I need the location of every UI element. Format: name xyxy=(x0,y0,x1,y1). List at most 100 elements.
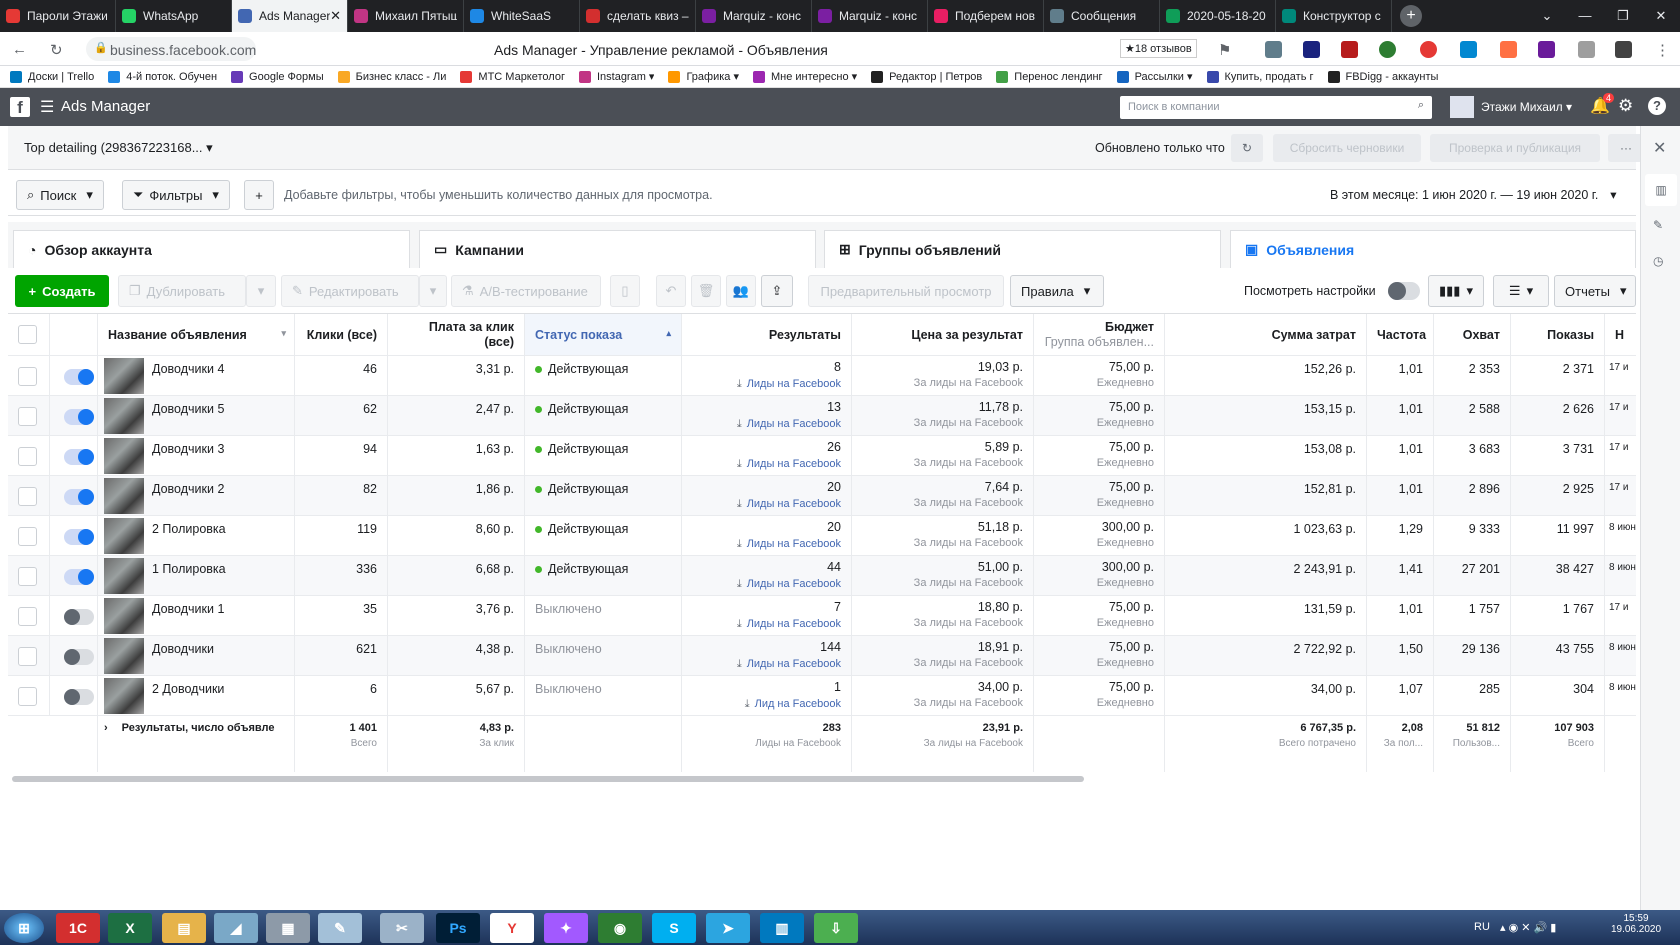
duplicate-button[interactable]: ❐ Дублировать xyxy=(118,275,246,307)
bookmark-item[interactable]: Доски | Trello xyxy=(10,70,94,83)
more-button[interactable]: ··· xyxy=(1608,134,1644,162)
ad-name-cell[interactable]: Доводчики xyxy=(98,636,295,675)
ad-name-cell[interactable]: Доводчики 4 xyxy=(98,356,295,395)
new-tab-button[interactable]: + xyxy=(1400,5,1422,27)
refresh-icon[interactable]: ↻ xyxy=(1231,134,1263,162)
ad-on-off-toggle[interactable] xyxy=(64,409,94,425)
history-icon[interactable]: ◷ xyxy=(1653,254,1663,268)
ad-name[interactable]: Доводчики 5 xyxy=(152,402,224,416)
avatar[interactable] xyxy=(1450,96,1474,118)
browser-tab[interactable]: Пароли Этажи xyxy=(0,0,116,32)
ad-thumbnail[interactable] xyxy=(104,478,144,514)
row-checkbox[interactable] xyxy=(18,447,37,466)
paint-icon[interactable]: ✎ xyxy=(318,913,362,943)
table-row[interactable]: 2 Доводчики 6 5,67 р. Выключено 1 ⤓ Лид на Fac… xyxy=(8,676,1636,716)
filters-button[interactable]: ⏷ Фильтры ▾ xyxy=(122,180,230,210)
duplicate-dropdown[interactable]: ▾ xyxy=(246,275,276,307)
browser-tab[interactable]: Ads Manager ✕ xyxy=(232,0,348,32)
edit-dropdown[interactable]: ▾ xyxy=(419,275,447,307)
extension-icon[interactable] xyxy=(1303,41,1320,58)
yandex-browser-icon[interactable]: Y xyxy=(490,913,534,943)
date-range-picker[interactable]: В этом месяце: 1 июн 2020 г. — 19 июн 20… xyxy=(1330,187,1617,202)
ad-name[interactable]: Доводчики xyxy=(152,642,214,656)
ad-name[interactable]: Доводчики 4 xyxy=(152,362,224,376)
budget-cell[interactable]: 75,00 р. Ежедневно xyxy=(1034,436,1165,475)
table-row[interactable]: 2 Полировка 119 8,60 р. Действующая 20 ⤓ Лиды … xyxy=(8,516,1636,556)
bookmark-item[interactable]: Google Формы xyxy=(231,70,324,83)
ad-on-off-toggle[interactable] xyxy=(64,529,94,545)
browser-tab[interactable]: сделать квиз – xyxy=(580,0,696,32)
close-window-icon[interactable]: ✕ xyxy=(1642,0,1680,32)
view-settings-toggle[interactable] xyxy=(1388,282,1420,300)
table-row[interactable]: Доводчики 3 94 1,63 р. Действующая 26 ⤓ Лиды н… xyxy=(8,436,1636,476)
ad-on-off-toggle[interactable] xyxy=(64,569,94,585)
extension-icon[interactable] xyxy=(1578,41,1595,58)
language-indicator[interactable]: RU xyxy=(1474,921,1490,933)
row-checkbox[interactable] xyxy=(18,407,37,426)
chrome-icon[interactable]: ◉ xyxy=(598,913,642,943)
col-header-name[interactable]: Название объявления ▾ xyxy=(98,314,295,355)
ad-on-off-toggle[interactable] xyxy=(64,689,94,705)
budget-cell[interactable]: 75,00 р. Ежедневно xyxy=(1034,396,1165,435)
ad-name-cell[interactable]: 1 Полировка xyxy=(98,556,295,595)
row-checkbox[interactable] xyxy=(18,487,37,506)
ad-name[interactable]: 2 Полировка xyxy=(152,522,226,536)
figma-icon[interactable]: ✦ xyxy=(544,913,588,943)
clock[interactable]: 15:59 19.06.2020 xyxy=(1606,913,1666,935)
download-icon[interactable]: ⇩ xyxy=(814,913,858,943)
ad-name-cell[interactable]: Доводчики 5 xyxy=(98,396,295,435)
browser-tab[interactable]: Михаил Пятыш xyxy=(348,0,464,32)
url-field[interactable]: 🔒 business.facebook.com xyxy=(86,37,256,61)
row-checkbox[interactable] xyxy=(18,567,37,586)
audience-icon[interactable]: 👥 xyxy=(726,275,756,307)
row-checkbox[interactable] xyxy=(18,687,37,706)
ad-thumbnail[interactable] xyxy=(104,438,144,474)
browser-tab[interactable]: WhiteSaaS xyxy=(464,0,580,32)
undo-icon[interactable]: ↶ xyxy=(656,275,686,307)
ad-name-cell[interactable]: Доводчики 2 xyxy=(98,476,295,515)
bookmark-item[interactable]: Графика ▾ xyxy=(668,70,739,83)
skype-icon[interactable]: S xyxy=(652,913,696,943)
browser-tab[interactable]: 2020-05-18-20 xyxy=(1160,0,1276,32)
excel-icon[interactable]: X xyxy=(108,913,152,943)
extension-icon[interactable] xyxy=(1500,41,1517,58)
row-checkbox[interactable] xyxy=(18,527,37,546)
bookmark-item[interactable]: Instagram ▾ xyxy=(578,70,654,83)
budget-cell[interactable]: 75,00 р. Ежедневно xyxy=(1034,476,1165,515)
row-checkbox[interactable] xyxy=(18,647,37,666)
budget-cell[interactable]: 75,00 р. Ежедневно xyxy=(1034,596,1165,635)
add-filter-button[interactable]: + xyxy=(244,180,274,210)
bookmark-item[interactable]: Редактор | Петров xyxy=(871,70,982,83)
columns-button[interactable]: ▮▮▮ ▾ xyxy=(1428,275,1484,307)
gear-icon[interactable]: ⚙ xyxy=(1618,96,1633,116)
facebook-logo-icon[interactable]: f xyxy=(10,97,30,117)
col-header-status[interactable]: Статус показа ▴ xyxy=(525,314,682,355)
ad-thumbnail[interactable] xyxy=(104,358,144,394)
ad-name-cell[interactable]: 2 Полировка xyxy=(98,516,295,555)
ad-on-off-toggle[interactable] xyxy=(64,369,94,385)
scissors-icon[interactable]: ✂ xyxy=(380,913,424,943)
bookmark-item[interactable]: Бизнес класс - Ли xyxy=(337,70,446,83)
pencil-icon[interactable]: ✎ xyxy=(1653,218,1663,232)
ad-thumbnail[interactable] xyxy=(104,398,144,434)
back-icon[interactable]: ← xyxy=(12,41,27,58)
col-header-frequency[interactable]: Частота xyxy=(1367,314,1434,355)
table-row[interactable]: 1 Полировка 336 6,68 р. Действующая 44 ⤓ Лиды … xyxy=(8,556,1636,596)
col-header-budget[interactable]: Бюджет Группа объявлен... xyxy=(1034,314,1165,355)
browser-menu-icon[interactable]: ⋮ xyxy=(1655,41,1670,59)
discard-drafts-button[interactable]: Сбросить черновики xyxy=(1273,134,1421,162)
reviews-badge[interactable]: ★18 отзывов xyxy=(1120,39,1197,58)
ad-name[interactable]: 1 Полировка xyxy=(152,562,226,576)
ad-name-cell[interactable]: Доводчики 3 xyxy=(98,436,295,475)
search-filter-button[interactable]: ⌕ Поиск ▾ xyxy=(16,180,104,210)
ad-on-off-toggle[interactable] xyxy=(64,609,94,625)
review-publish-button[interactable]: Проверка и публикация xyxy=(1430,134,1600,162)
budget-cell[interactable]: 75,00 р. Ежедневно xyxy=(1034,676,1165,715)
table-row[interactable]: Доводчики 5 62 2,47 р. Действующая 13 ⤓ Лиды н… xyxy=(8,396,1636,436)
telegram-icon[interactable]: ➤ xyxy=(706,913,750,943)
ad-thumbnail[interactable] xyxy=(104,598,144,634)
tab-search-icon[interactable]: ⌄ xyxy=(1528,0,1566,32)
ad-thumbnail[interactable] xyxy=(104,678,144,714)
ad-on-off-toggle[interactable] xyxy=(64,449,94,465)
bookmark-item[interactable]: 4-й поток. Обучен xyxy=(108,70,217,83)
